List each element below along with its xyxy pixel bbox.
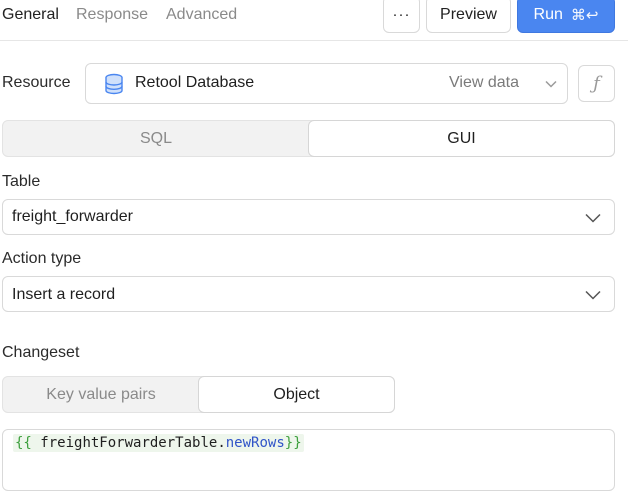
template-dot: . (217, 435, 226, 451)
resource-select[interactable]: Retool Database View data (85, 63, 568, 104)
template-close-brace: }} (284, 435, 302, 451)
header-divider (0, 40, 628, 41)
tab-response[interactable]: Response (76, 4, 148, 26)
resource-value: Retool Database (135, 74, 255, 91)
database-icon (104, 73, 124, 95)
preview-button[interactable]: Preview (426, 0, 511, 33)
chevron-down-icon (545, 80, 557, 88)
chevron-down-icon (585, 213, 601, 223)
changeset-mode-toggle: Key value pairs Object (2, 376, 395, 413)
template-property: newRows (225, 435, 285, 451)
run-button[interactable]: Run ⌘↩ (517, 0, 615, 33)
template-object: freightForwarderTable (40, 435, 218, 451)
run-button-label: Run (533, 5, 563, 23)
table-select[interactable]: freight_forwarder (2, 199, 615, 235)
changeset-object-option[interactable]: Object (198, 376, 395, 413)
query-mode-toggle: SQL GUI (2, 120, 615, 157)
chevron-down-icon (585, 290, 601, 300)
more-options-button[interactable]: ··· (383, 0, 420, 33)
action-type-value: Insert a record (12, 286, 116, 303)
mode-gui-option[interactable]: GUI (308, 120, 615, 157)
view-data-link[interactable]: View data (449, 74, 519, 92)
action-type-label: Action type (2, 250, 82, 267)
action-type-select[interactable]: Insert a record (2, 276, 615, 312)
function-icon[interactable]: ƒ (578, 65, 615, 102)
tab-general[interactable]: General (2, 4, 59, 26)
changeset-code-editor[interactable]: {{ freightForwarderTable.newRows}} (2, 429, 615, 491)
template-open-brace: {{ (15, 435, 32, 451)
table-label: Table (2, 173, 41, 190)
tab-advanced[interactable]: Advanced (166, 4, 237, 26)
table-value: freight_forwarder (12, 208, 133, 225)
changeset-expression: {{ freightForwarderTable.newRows}} (13, 434, 304, 452)
changeset-label: Changeset (2, 344, 80, 361)
mode-sql-option[interactable]: SQL (3, 121, 309, 156)
resource-label: Resource (2, 74, 71, 91)
changeset-key-value-option[interactable]: Key value pairs (3, 377, 199, 412)
run-shortcut-label: ⌘↩ (570, 5, 599, 24)
